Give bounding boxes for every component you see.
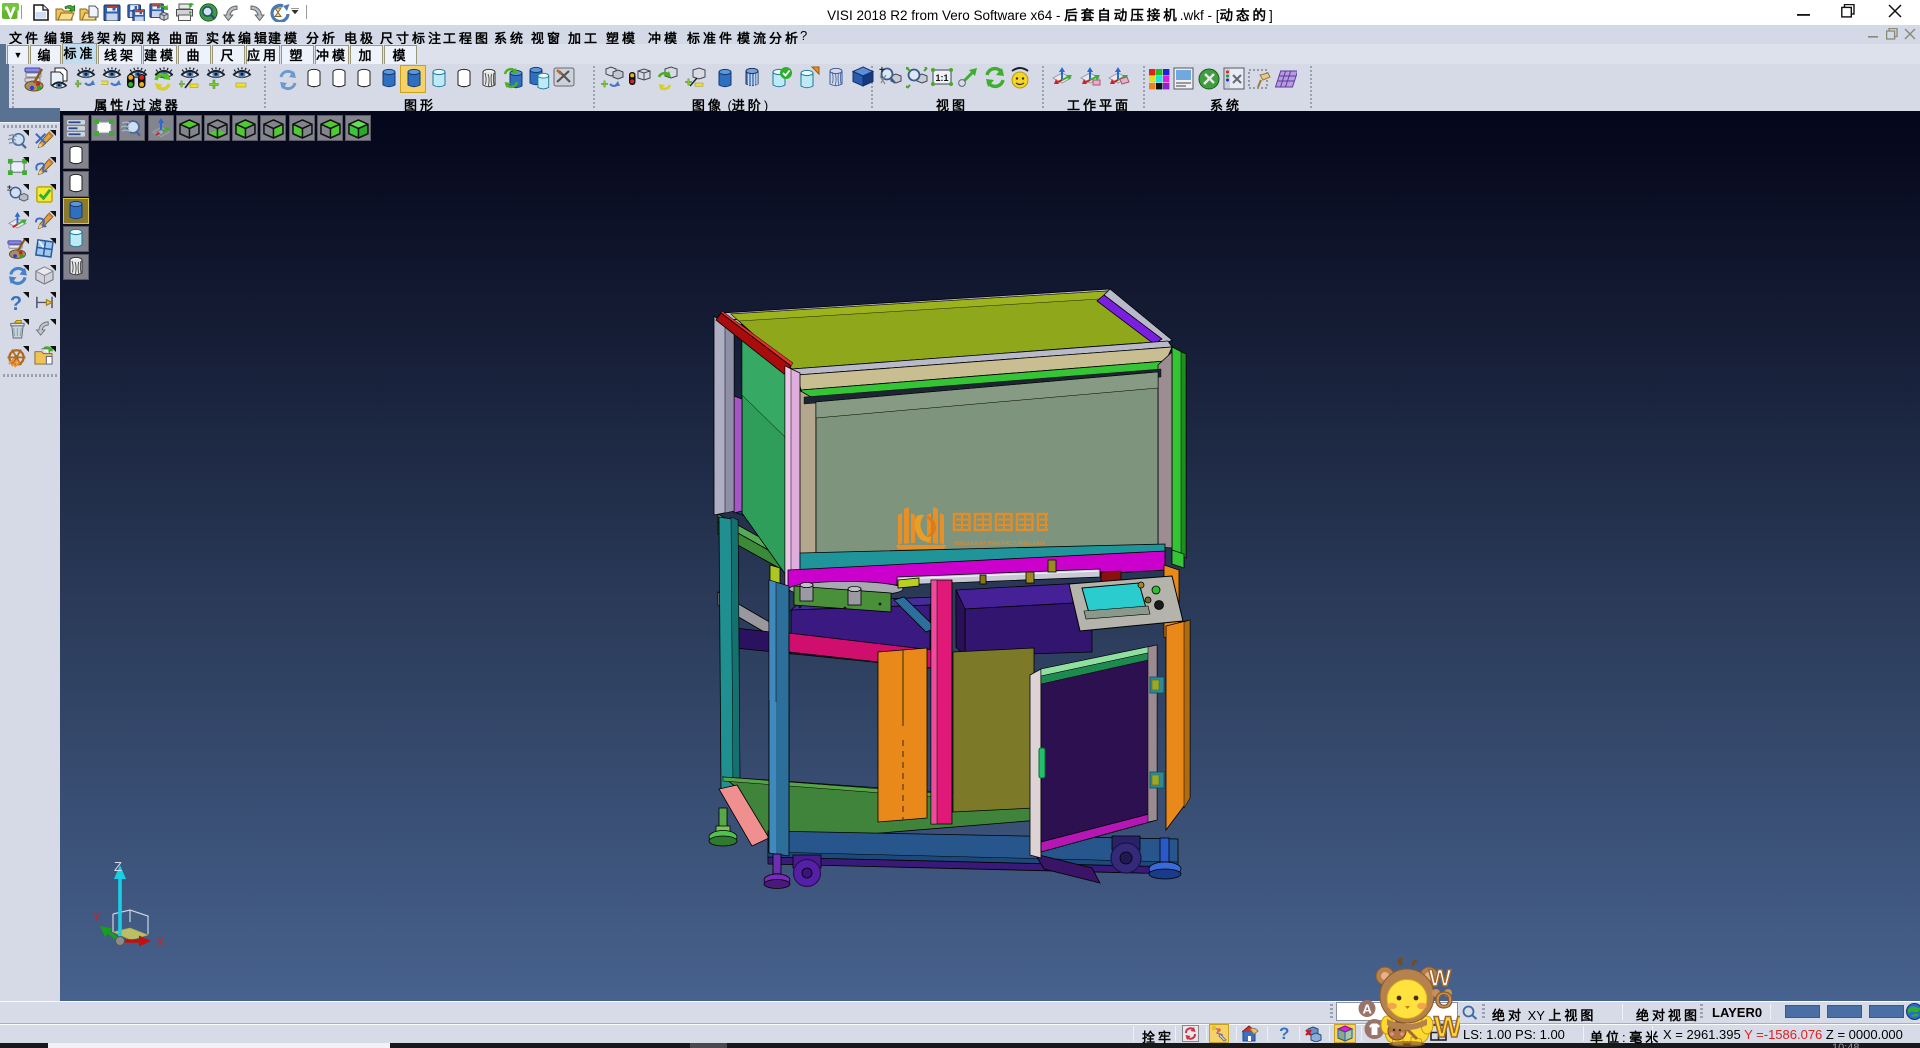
svg-text:1:1: 1:1 [936, 73, 949, 83]
svg-text:A: A [1363, 1002, 1373, 1017]
svg-text:?: ? [10, 293, 22, 315]
svg-text:+: + [209, 75, 219, 92]
svg-text:+: + [179, 77, 185, 91]
svg-text:+: + [879, 66, 885, 76]
svg-text:Y: Y [93, 910, 101, 924]
svg-text:+: + [685, 75, 692, 89]
svg-text:W: W [1434, 1011, 1460, 1044]
svg-text:+: + [75, 76, 82, 91]
svg-text:O: O [1435, 987, 1453, 1013]
svg-text:X: X [156, 935, 164, 949]
svg-text:+: + [601, 77, 608, 91]
svg-text:?: ? [1279, 1024, 1289, 1042]
svg-text:INTELLIGENT MANUFACTURING DATA: INTELLIGENT MANUFACTURING DATA [954, 541, 1046, 547]
svg-text:±: ± [7, 183, 12, 193]
svg-text:Z: Z [114, 859, 122, 874]
